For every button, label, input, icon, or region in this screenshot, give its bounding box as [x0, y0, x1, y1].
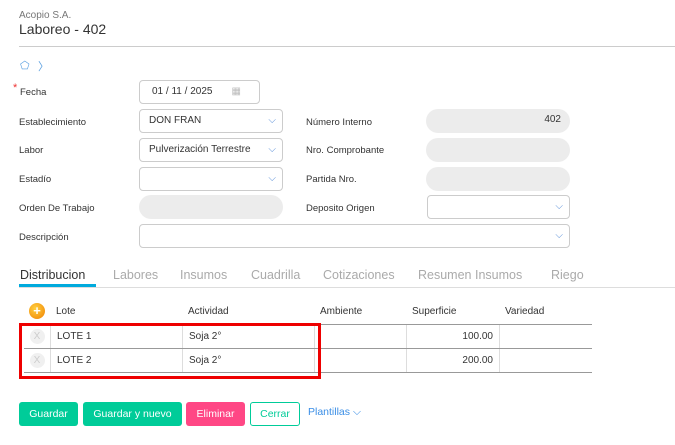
descripcion-label: Descripción: [19, 232, 69, 243]
orden-input[interactable]: [139, 195, 283, 219]
tab-cotizaciones[interactable]: Cotizaciones: [323, 268, 395, 282]
fecha-input[interactable]: 01 / 11 / 2025 ▦: [139, 80, 260, 104]
comprobante-label: Nro. Comprobante: [306, 145, 385, 156]
numero-interno-value: 402: [544, 114, 561, 125]
tab-resumen-insumos[interactable]: Resumen Insumos: [418, 268, 522, 282]
deposito-label: Deposito Origen: [306, 203, 375, 214]
chevron-down-icon: ⌵: [352, 406, 361, 418]
cell-superficie[interactable]: 200.00: [407, 349, 500, 372]
divider: [19, 46, 675, 47]
deposito-select[interactable]: ⌵: [427, 195, 570, 219]
company-name: Acopio S.A.: [19, 10, 72, 21]
tab-distribucion[interactable]: Distribucion: [20, 268, 85, 282]
labor-label: Labor: [19, 145, 44, 156]
numero-interno-label: Número Interno: [306, 117, 373, 128]
partida-label: Partida Nro.: [306, 174, 357, 185]
cell-ambiente[interactable]: [315, 349, 407, 372]
header-variedad: Variedad: [505, 306, 545, 317]
tab-riego[interactable]: Riego: [551, 268, 584, 282]
numero-interno-input[interactable]: 402: [426, 109, 570, 133]
establecimiento-select[interactable]: DON FRAN ⌵: [139, 109, 283, 133]
tag-icon[interactable]: ⬠: [20, 59, 30, 72]
partida-input[interactable]: [426, 167, 570, 191]
establecimiento-label: Establecimiento: [19, 117, 87, 128]
plantillas-dropdown[interactable]: Plantillas ⌵: [308, 406, 361, 419]
tab-labores[interactable]: Labores: [113, 268, 158, 282]
guardar-button[interactable]: Guardar: [19, 402, 78, 426]
comprobante-input[interactable]: [426, 138, 570, 162]
orden-label: Orden De Trabajo: [19, 203, 95, 214]
active-tab-indicator: [19, 284, 96, 287]
labor-value: Pulverización Terrestre: [149, 144, 251, 155]
tab-insumos[interactable]: Insumos: [180, 268, 227, 282]
fecha-month: 11: [171, 86, 182, 97]
chevron-down-icon: ⌵: [268, 115, 276, 126]
fecha-label: Fecha: [20, 87, 47, 98]
chevron-down-icon: ⌵: [268, 144, 276, 155]
header-ambiente: Ambiente: [320, 306, 363, 317]
tabs-divider: [19, 287, 675, 288]
header-superficie: Superficie: [412, 306, 457, 317]
eliminar-button[interactable]: Eliminar: [186, 402, 245, 426]
header-actividad: Actividad: [188, 306, 229, 317]
estadio-label: Estadío: [19, 174, 52, 185]
fecha-year: 2025: [190, 86, 213, 97]
tab-cuadrilla[interactable]: Cuadrilla: [251, 268, 300, 282]
add-row-button[interactable]: +: [29, 303, 45, 319]
chevron-right-icon[interactable]: 〉: [38, 58, 49, 74]
chevron-down-icon: ⌵: [555, 230, 563, 241]
page-title: Laboreo - 402: [19, 21, 107, 37]
cell-ambiente[interactable]: [315, 325, 407, 348]
cell-variedad[interactable]: [500, 349, 592, 372]
required-icon: *: [13, 82, 18, 94]
chevron-down-icon: ⌵: [268, 173, 276, 184]
header-lote: Lote: [56, 306, 76, 317]
labor-select[interactable]: Pulverización Terrestre ⌵: [139, 138, 283, 162]
cerrar-button[interactable]: Cerrar: [250, 402, 300, 426]
calendar-icon[interactable]: ▦: [232, 86, 241, 97]
plantillas-label: Plantillas: [308, 406, 351, 418]
cell-variedad[interactable]: [500, 325, 592, 348]
estadio-select[interactable]: ⌵: [139, 167, 283, 191]
cell-superficie[interactable]: 100.00: [407, 325, 500, 348]
chevron-down-icon: ⌵: [555, 201, 563, 212]
fecha-day: 01: [152, 86, 164, 97]
establecimiento-value: DON FRAN: [149, 115, 202, 126]
descripcion-select[interactable]: ⌵: [139, 224, 570, 248]
guardar-y-nuevo-button[interactable]: Guardar y nuevo: [83, 402, 182, 426]
highlight-box: [19, 323, 321, 379]
